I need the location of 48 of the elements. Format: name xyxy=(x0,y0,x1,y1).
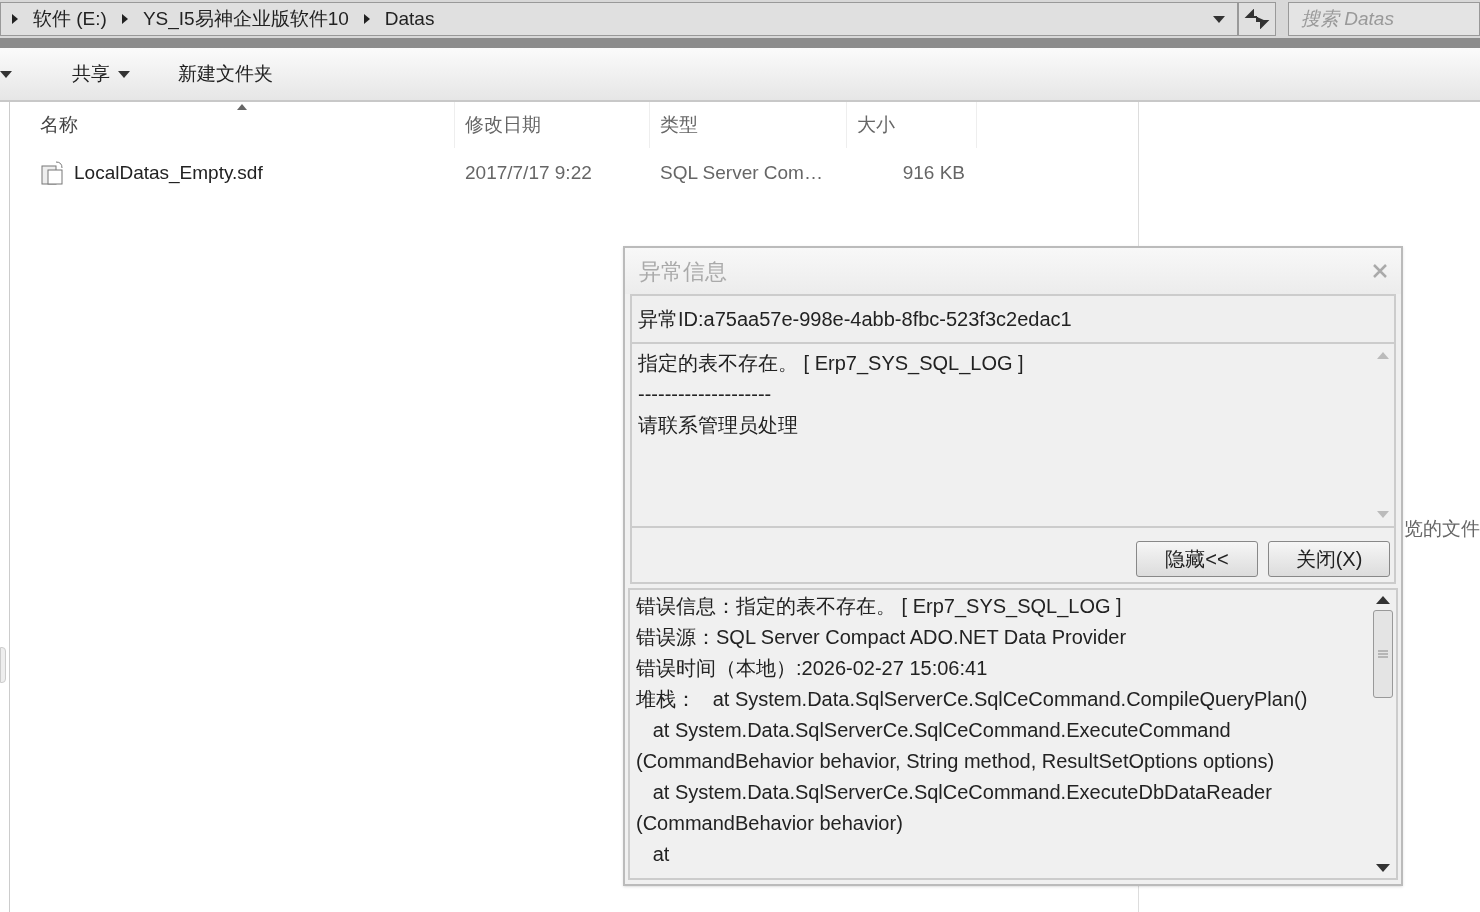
column-header[interactable]: 名称 xyxy=(10,102,455,148)
scroll-up-icon[interactable] xyxy=(1376,596,1390,604)
detail-line: 错误信息：指定的表不存在。 [ Erp7_SYS_SQL_LOG ] xyxy=(636,594,1123,620)
detail-box[interactable] xyxy=(628,588,1398,880)
close-button[interactable]: 关闭(X) xyxy=(1268,541,1390,577)
detail-line: at System.Data.SqlServerCe.SqlCeCommand.ExecuteDbDataReader xyxy=(651,780,1273,805)
caret-icon xyxy=(1213,15,1225,23)
detail-line: at xyxy=(651,842,671,867)
caret-icon xyxy=(0,70,12,78)
detail-line: at System.Data.SqlServerCe.SqlCeCommand.ExecuteCommand xyxy=(651,718,1232,743)
breadcrumb-item[interactable]: Datas xyxy=(384,4,435,34)
hide-button[interactable]: 隐藏<< xyxy=(1136,541,1258,577)
dialog-title: 异常信息 xyxy=(639,257,728,286)
scroll-down-icon[interactable] xyxy=(1376,864,1390,872)
chevron-icon xyxy=(11,14,19,24)
refresh-button[interactable] xyxy=(1238,2,1276,36)
address-bar[interactable]: 软件 (E:) YS_I5易神企业版软件10 Datas xyxy=(0,2,1238,36)
message-line: 请联系管理员处理 xyxy=(638,413,799,438)
chevron-icon xyxy=(362,14,371,24)
file-size: 916 KB xyxy=(901,160,966,185)
message-line: -------------------- xyxy=(638,382,773,407)
column-header[interactable]: 修改日期 xyxy=(455,102,650,148)
detail-line: 错误源：SQL Server Compact ADO.NET Data Provider xyxy=(636,625,1128,650)
share-menu-button[interactable]: 共享 xyxy=(60,54,142,94)
file-icon xyxy=(40,160,66,186)
chevron-icon xyxy=(120,14,129,24)
detail-line: 错误时间（本地）:2026-02-27 15:06:41 xyxy=(636,656,989,681)
column-header[interactable]: 大小 xyxy=(847,102,977,148)
file-type: SQL Server Com… xyxy=(659,160,824,185)
file-name: LocalDatas_Empty.sdf xyxy=(74,160,263,186)
modified-date: 2017/7/17 9:22 xyxy=(464,160,593,185)
sort-up-icon xyxy=(237,104,247,110)
grip-icon xyxy=(1378,650,1388,658)
toolbar-button[interactable]: 新建文件夹 xyxy=(166,54,285,94)
breadcrumb-item[interactable]: 软件 (E:) xyxy=(33,4,107,34)
message-line: 指定的表不存在。 [ Erp7_SYS_SQL_LOG ] xyxy=(638,351,1025,377)
caret-icon xyxy=(118,70,130,78)
search-field[interactable]: 搜索 Datas xyxy=(1288,2,1480,36)
breadcrumb-item[interactable]: YS_I5易神企业版软件10 xyxy=(142,4,349,34)
column-header[interactable]: 类型 xyxy=(650,102,847,148)
detail-line: (CommandBehavior behavior, String method, ResultSetOptions options) xyxy=(636,749,1276,774)
detail-line: (CommandBehavior behavior) xyxy=(636,811,904,836)
scrollbar-thumb[interactable] xyxy=(1373,610,1393,698)
pane-splitter-handle[interactable] xyxy=(0,647,6,683)
file-row[interactable]: LocalDatas_Empty.sdf 2017/7/17 9:22 SQL Server Com… 916 KB xyxy=(10,148,1138,198)
refresh-icon xyxy=(1244,9,1270,29)
detail-line: 堆栈： at System.Data.SqlServerCe.SqlCeCommand.CompileQueryPlan() xyxy=(636,687,1309,712)
preview-hint: 览的文件 xyxy=(1404,517,1480,541)
